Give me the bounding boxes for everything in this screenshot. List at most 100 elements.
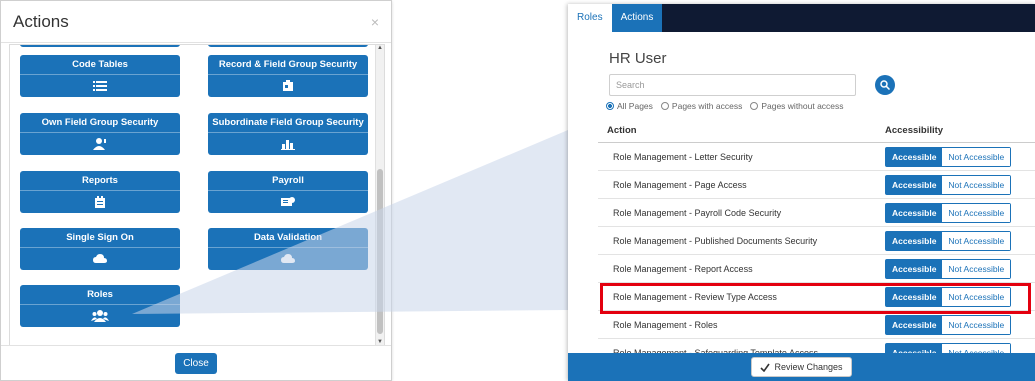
user-key-icon bbox=[20, 133, 180, 155]
modal-scrollbar[interactable]: ▲ ▼ bbox=[375, 45, 384, 345]
radio-icon bbox=[660, 102, 669, 110]
accessibility-toggle[interactable]: AccessibleNot Accessible bbox=[885, 231, 1012, 251]
filter-all-pages[interactable]: All Pages bbox=[606, 101, 653, 111]
org-chart-icon bbox=[208, 133, 368, 155]
modal-title: Actions bbox=[13, 11, 69, 31]
filter-pages-with-access[interactable]: Pages with access bbox=[660, 101, 743, 111]
cloud-icon bbox=[208, 248, 368, 270]
action-name: Role Management - Published Documents Se… bbox=[613, 236, 818, 246]
action-name: Role Management - Report Access bbox=[613, 264, 753, 274]
filter-label: All Pages bbox=[617, 101, 653, 111]
tile-stub[interactable] bbox=[20, 45, 180, 47]
id-card-icon bbox=[208, 75, 368, 97]
modal-footer: Close bbox=[1, 345, 391, 380]
table-row: Role Management - Published Documents Se… bbox=[598, 227, 1035, 255]
column-header-action: Action bbox=[607, 125, 637, 136]
radio-icon bbox=[750, 102, 759, 110]
screenshot: Actions × Code Tables Record & Field Gro… bbox=[0, 0, 1035, 381]
tile-label: Single Sign On bbox=[20, 228, 180, 248]
filter-label: Pages without access bbox=[761, 101, 844, 111]
tab-bar: Roles Actions bbox=[568, 4, 1035, 32]
table-row: Role Management - Payroll Code Security … bbox=[598, 199, 1035, 227]
payroll-icon bbox=[208, 191, 368, 213]
radio-selected-icon bbox=[606, 102, 614, 110]
table-row-highlighted: Role Management - Review Type Access Acc… bbox=[598, 283, 1035, 311]
tile-label: Data Validation bbox=[208, 228, 368, 248]
accessibility-toggle[interactable]: AccessibleNot Accessible bbox=[885, 287, 1012, 307]
page-title: HR User bbox=[609, 50, 667, 67]
users-icon bbox=[20, 305, 180, 327]
tile-label: Payroll bbox=[208, 171, 368, 191]
tile-stub[interactable] bbox=[208, 45, 368, 47]
modal-header: Actions × bbox=[1, 1, 391, 43]
accessible-option[interactable]: Accessible bbox=[886, 316, 943, 334]
actions-modal: Actions × Code Tables Record & Field Gro… bbox=[0, 0, 392, 381]
page-filter-radios: All Pages Pages with access Pages withou… bbox=[606, 101, 844, 111]
scroll-thumb[interactable] bbox=[377, 169, 383, 334]
not-accessible-option[interactable]: Not Accessible bbox=[942, 316, 1011, 334]
not-accessible-option[interactable]: Not Accessible bbox=[942, 260, 1011, 278]
scroll-up-arrow-icon[interactable]: ▲ bbox=[377, 45, 383, 51]
tile-label: Subordinate Field Group Security bbox=[208, 113, 368, 133]
close-button[interactable]: Close bbox=[175, 352, 217, 374]
roles-panel: Roles Actions HR User Search All Pages P… bbox=[568, 4, 1035, 381]
close-icon[interactable]: × bbox=[371, 14, 379, 30]
accessibility-toggle[interactable]: AccessibleNot Accessible bbox=[885, 315, 1012, 335]
accessibility-toggle[interactable]: AccessibleNot Accessible bbox=[885, 175, 1012, 195]
search-input[interactable]: Search bbox=[609, 74, 856, 96]
search-button[interactable] bbox=[875, 75, 895, 95]
action-table-body: Role Management - Letter Security Access… bbox=[598, 143, 1035, 367]
filter-pages-without-access[interactable]: Pages without access bbox=[750, 101, 844, 111]
tile-code-tables[interactable]: Code Tables bbox=[20, 55, 180, 97]
cloud-icon bbox=[20, 248, 180, 270]
table-header: Action Accessibility bbox=[598, 117, 1035, 143]
accessible-option[interactable]: Accessible bbox=[886, 204, 943, 222]
action-name: Role Management - Roles bbox=[613, 320, 718, 330]
not-accessible-option[interactable]: Not Accessible bbox=[942, 148, 1011, 166]
action-name: Role Management - Payroll Code Security bbox=[613, 208, 782, 218]
not-accessible-option[interactable]: Not Accessible bbox=[942, 232, 1011, 250]
tile-label: Roles bbox=[20, 285, 180, 305]
accessible-option[interactable]: Accessible bbox=[886, 288, 943, 306]
checkmark-icon bbox=[760, 363, 771, 372]
accessible-option[interactable]: Accessible bbox=[886, 260, 943, 278]
modal-body: Code Tables Record & Field Group Securit… bbox=[9, 44, 385, 346]
tile-roles[interactable]: Roles bbox=[20, 285, 180, 327]
search-icon bbox=[880, 80, 890, 90]
table-row: Role Management - Letter Security Access… bbox=[598, 143, 1035, 171]
tile-label: Own Field Group Security bbox=[20, 113, 180, 133]
tab-roles[interactable]: Roles bbox=[568, 4, 612, 32]
list-icon bbox=[20, 75, 180, 97]
review-changes-label: Review Changes bbox=[774, 362, 843, 372]
tile-data-validation[interactable]: Data Validation bbox=[208, 228, 368, 270]
accessible-option[interactable]: Accessible bbox=[886, 148, 943, 166]
tile-record-field-group-security[interactable]: Record & Field Group Security bbox=[208, 55, 368, 97]
tile-single-sign-on[interactable]: Single Sign On bbox=[20, 228, 180, 270]
not-accessible-option[interactable]: Not Accessible bbox=[942, 288, 1011, 306]
action-name: Role Management - Letter Security bbox=[613, 152, 753, 162]
review-changes-button[interactable]: Review Changes bbox=[751, 357, 852, 377]
accessibility-toggle[interactable]: AccessibleNot Accessible bbox=[885, 259, 1012, 279]
tile-reports[interactable]: Reports bbox=[20, 171, 180, 213]
tile-label: Code Tables bbox=[20, 55, 180, 75]
accessibility-toggle[interactable]: AccessibleNot Accessible bbox=[885, 203, 1012, 223]
tab-actions[interactable]: Actions bbox=[611, 4, 663, 32]
accessibility-toggle[interactable]: AccessibleNot Accessible bbox=[885, 147, 1012, 167]
table-row: Role Management - Page Access Accessible… bbox=[598, 171, 1035, 199]
action-name: Role Management - Review Type Access bbox=[613, 292, 777, 302]
tile-payroll[interactable]: Payroll bbox=[208, 171, 368, 213]
panel-footer: Review Changes bbox=[568, 353, 1035, 381]
accessible-option[interactable]: Accessible bbox=[886, 232, 943, 250]
column-header-accessibility: Accessibility bbox=[885, 125, 944, 136]
filter-label: Pages with access bbox=[671, 101, 743, 111]
table-row: Role Management - Roles Accessible Not Ac… bbox=[598, 311, 1035, 339]
report-icon bbox=[20, 191, 180, 213]
action-name: Role Management - Page Access bbox=[613, 180, 747, 190]
accessible-option[interactable]: Accessible bbox=[886, 176, 943, 194]
not-accessible-option[interactable]: Not Accessible bbox=[942, 204, 1011, 222]
tile-label: Record & Field Group Security bbox=[208, 55, 368, 75]
not-accessible-option[interactable]: Not Accessible bbox=[942, 176, 1011, 194]
tile-subordinate-field-group-security[interactable]: Subordinate Field Group Security bbox=[208, 113, 368, 155]
table-row: Role Management - Report Access Accessib… bbox=[598, 255, 1035, 283]
tile-own-field-group-security[interactable]: Own Field Group Security bbox=[20, 113, 180, 155]
